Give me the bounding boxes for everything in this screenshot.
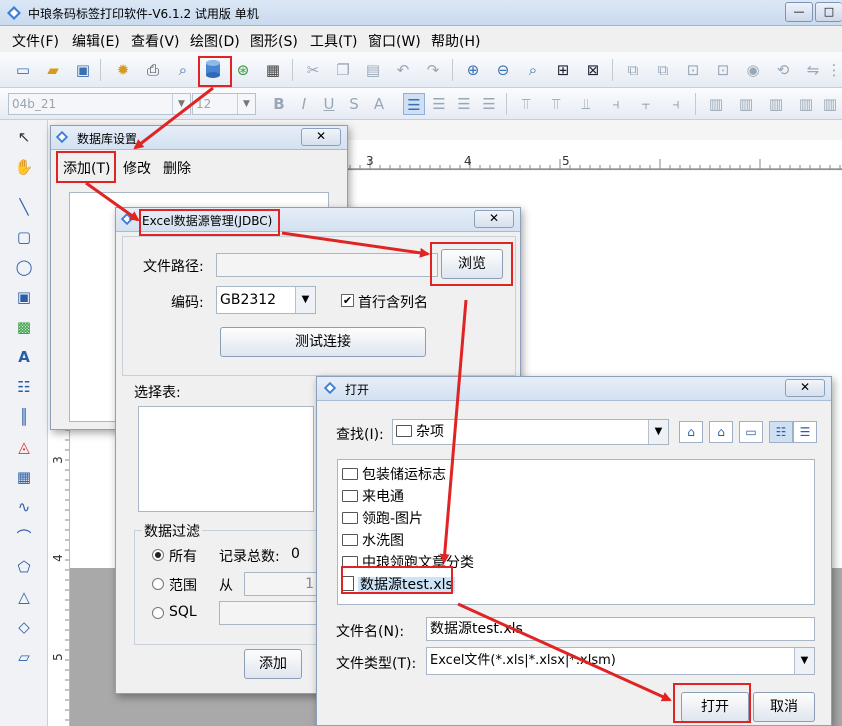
arrow (133, 86, 214, 150)
arrow (457, 602, 672, 702)
arrow (281, 231, 430, 258)
arrow (85, 181, 140, 222)
tutorial-arrows (85, 86, 672, 702)
arrow (439, 299, 468, 564)
